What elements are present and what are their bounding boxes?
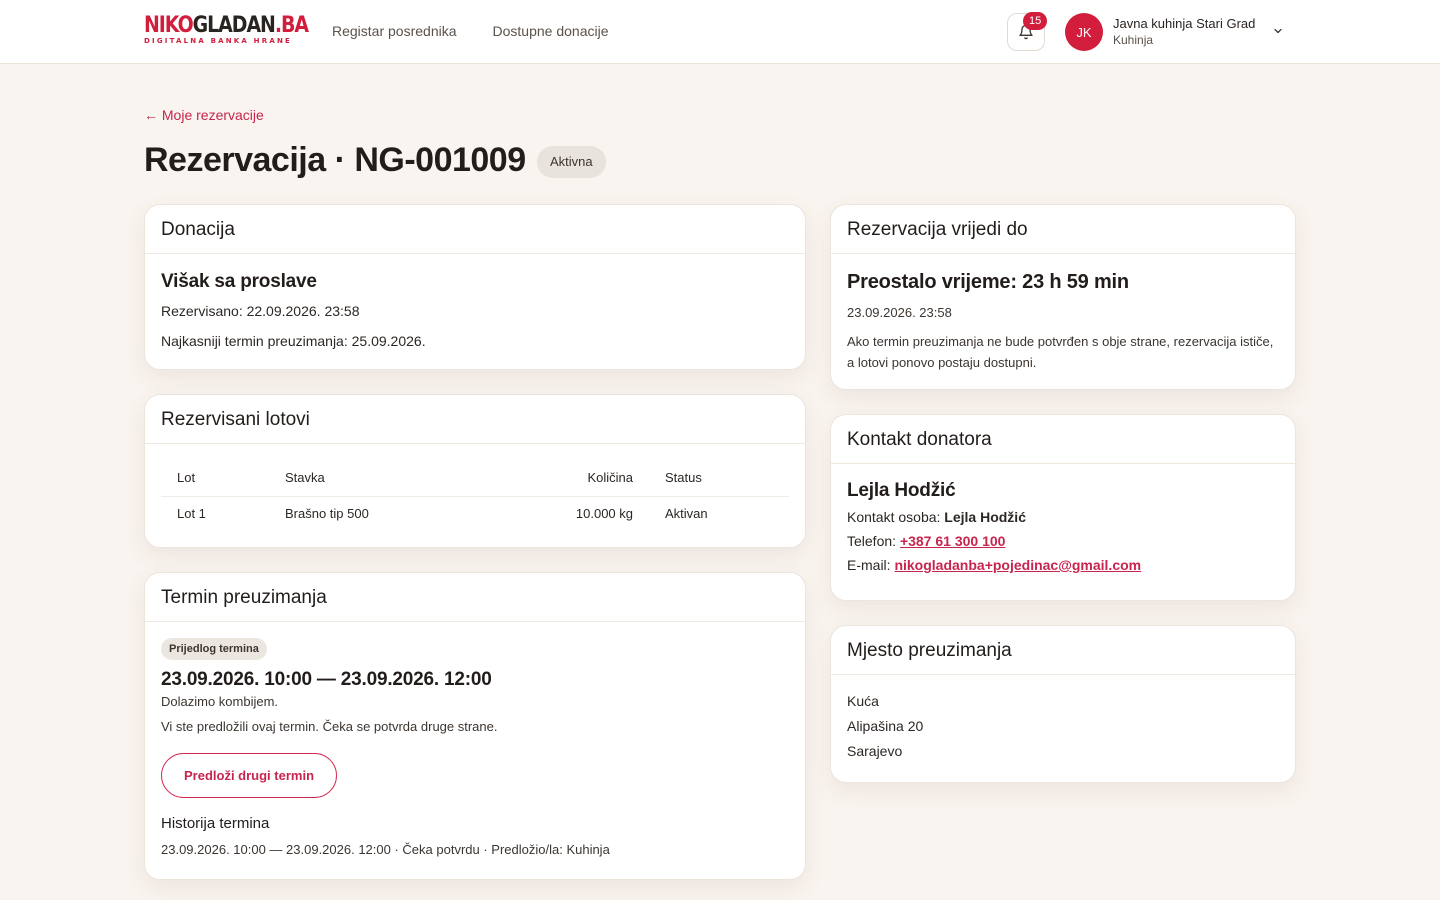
status-badge: Aktivna — [537, 146, 606, 178]
donation-card: Donacija Višak sa proslave Rezervisano: … — [144, 204, 806, 370]
nav-link-dostupne-donacije[interactable]: Dostupne donacije — [493, 23, 609, 39]
table-header-row: Lot Stavka Količina Status — [161, 460, 789, 496]
card-title: Kontakt donatora — [831, 415, 1295, 464]
chevron-down-icon[interactable] — [1272, 25, 1284, 37]
avatar[interactable]: JK — [1065, 13, 1103, 51]
pickup-deadline: Najkasniji termin preuzimanja: 25.09.202… — [161, 333, 426, 349]
nav-link-registar-posrednika[interactable]: Registar posrednika — [332, 23, 457, 39]
card-title: Rezervisani lotovi — [145, 395, 805, 444]
location-line: Sarajevo — [847, 743, 903, 759]
column-header: Lot — [177, 470, 196, 486]
pickup-card: Termin preuzimanja Prijedlog termina 23.… — [144, 572, 806, 880]
back-link[interactable]: ← Moje rezervacije — [144, 107, 264, 123]
proposal-chip: Prijedlog termina — [161, 638, 267, 660]
history-title: Historija termina — [161, 815, 270, 832]
pickup-info: Vi ste predložili ovaj termin. Čeka se p… — [161, 719, 498, 734]
pickup-note: Dolazimo kombijem. — [161, 694, 279, 709]
validity-card: Rezervacija vrijedi do Preostalo vrijeme… — [830, 204, 1296, 390]
lots-card: Rezervisani lotovi Lot Stavka Količina S… — [144, 394, 806, 548]
expiry-datetime: 23.09.2026. 23:58 — [847, 305, 952, 320]
donor-contact-card: Kontakt donatora Lejla Hodžić Kontakt os… — [830, 414, 1296, 601]
lots-table: Lot Stavka Količina Status Lot 1 Brašno … — [161, 460, 789, 530]
column-header: Status — [665, 470, 702, 486]
column-header: Količina — [587, 470, 633, 486]
notification-count-badge: 15 — [1023, 12, 1048, 30]
remaining-time: Preostalo vrijeme: 23 h 59 min — [847, 271, 1129, 293]
phone-link[interactable]: +387 61 300 100 — [900, 533, 1006, 549]
history-item: 23.09.2026. 10:00 — 23.09.2026. 12:00 · … — [161, 842, 610, 857]
pickup-location-card: Mjesto preuzimanja Kuća Alipašina 20 Sar… — [830, 625, 1296, 783]
card-title: Mjesto preuzimanja — [831, 626, 1295, 675]
contact-email: E-mail: nikogladanba+pojedinac@gmail.com — [847, 557, 1142, 573]
table-cell: Aktivan — [649, 495, 789, 530]
user-name[interactable]: Javna kuhinja Stari Grad — [1113, 16, 1255, 31]
table-cell: Lot 1 — [161, 495, 269, 530]
pickup-range: 23.09.2026. 10:00 — 23.09.2026. 12:00 — [161, 669, 492, 690]
card-title: Termin preuzimanja — [145, 573, 805, 622]
donation-name: Višak sa proslave — [161, 271, 317, 292]
contact-phone: Telefon: +387 61 300 100 — [847, 533, 1006, 549]
table-cell: Brašno tip 500 — [269, 495, 519, 530]
column-header: Stavka — [285, 470, 325, 486]
user-role: Kuhinja — [1113, 33, 1154, 47]
top-navbar: NIKOGLADAN.BA DIGITALNA BANKA HRANE Regi… — [0, 0, 1440, 64]
card-title: Donacija — [145, 205, 805, 254]
card-title: Rezervacija vrijedi do — [831, 205, 1295, 254]
reserved-date: Rezervisano: 22.09.2026. 23:58 — [161, 303, 360, 319]
contact-person: Kontakt osoba: Lejla Hodžić — [847, 509, 1026, 525]
location-line: Kuća — [847, 693, 879, 709]
donor-name: Lejla Hodžić — [847, 480, 956, 501]
table-cell: 10.000 kg — [519, 495, 649, 530]
location-line: Alipašina 20 — [847, 718, 924, 734]
propose-other-term-button[interactable]: Predloži drugi termin — [161, 753, 338, 798]
table-row: Lot 1 Brašno tip 500 10.000 kg Aktivan — [161, 495, 789, 530]
main-nav: Registar posrednika Dostupne donacije — [332, 23, 609, 39]
brand-logo[interactable]: NIKOGLADAN.BA DIGITALNA BANKA HRANE — [144, 15, 335, 46]
page-title: Rezervacija · NG-001009 — [144, 141, 526, 179]
validity-info: Ako termin preuzimanja ne bude potvrđen … — [847, 334, 1274, 370]
email-link[interactable]: nikogladanba+pojedinac@gmail.com — [894, 557, 1141, 573]
